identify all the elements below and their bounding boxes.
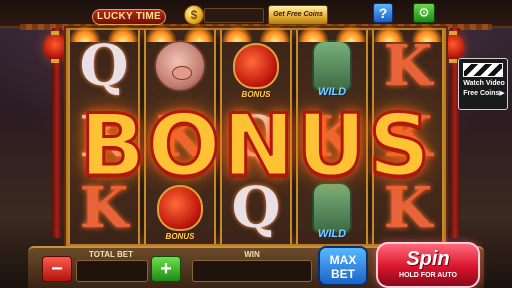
flame-icon bbox=[336, 26, 366, 42]
flame-icon bbox=[184, 26, 214, 42]
win-field bbox=[192, 260, 312, 282]
coin-balance-bar bbox=[204, 8, 264, 23]
bonus-bag-icon: BONUS bbox=[233, 42, 279, 99]
flame-icon bbox=[70, 26, 100, 42]
spin-button[interactable]: Spin HOLD FOR AUTO bbox=[376, 242, 480, 288]
settings-button[interactable]: ⚙ bbox=[413, 3, 435, 23]
lucky-time-badge[interactable]: LUCKY TIME bbox=[92, 9, 166, 25]
wild-symbol: WILD bbox=[312, 39, 352, 98]
hold-for-auto-label: HOLD FOR AUTO bbox=[399, 272, 457, 279]
coin-icon: $ bbox=[184, 5, 204, 25]
symbol-k: K bbox=[383, 32, 433, 99]
total-bet-label: TOTAL BET bbox=[89, 250, 133, 259]
bonus-banner: BONUS bbox=[78, 95, 433, 198]
total-bet-field bbox=[76, 260, 148, 282]
bonus-symbol-label: BONUS bbox=[165, 231, 195, 241]
max-bet-button[interactable]: MAX BET bbox=[318, 246, 368, 286]
pig-icon bbox=[154, 39, 206, 92]
flame-icon bbox=[146, 26, 176, 42]
increase-bet-button[interactable]: + bbox=[151, 256, 181, 282]
flame-icon bbox=[260, 26, 290, 42]
flame-icon bbox=[298, 26, 328, 42]
flame-icon bbox=[374, 26, 404, 42]
decrease-bet-button[interactable]: − bbox=[42, 256, 72, 282]
flame-icon bbox=[412, 26, 442, 42]
zombie-hand-icon bbox=[312, 39, 352, 92]
wild-label: WILD bbox=[317, 227, 347, 240]
clapperboard-icon bbox=[463, 63, 503, 77]
win-label: WIN bbox=[244, 250, 260, 259]
lantern-icon bbox=[44, 31, 66, 63]
get-free-coins-button[interactable]: Get Free Coins bbox=[268, 5, 328, 25]
flame-icon bbox=[222, 26, 252, 42]
flame-icon bbox=[108, 26, 138, 42]
help-button[interactable]: ? bbox=[373, 3, 393, 23]
spin-label: Spin bbox=[406, 248, 450, 270]
gear-icon: ⚙ bbox=[418, 5, 430, 20]
slot-game-screen: LUCKY TIME $ Get Free Coins ? ⚙ Q K K K BONU… bbox=[0, 0, 512, 288]
symbol-q: Q bbox=[79, 32, 129, 99]
